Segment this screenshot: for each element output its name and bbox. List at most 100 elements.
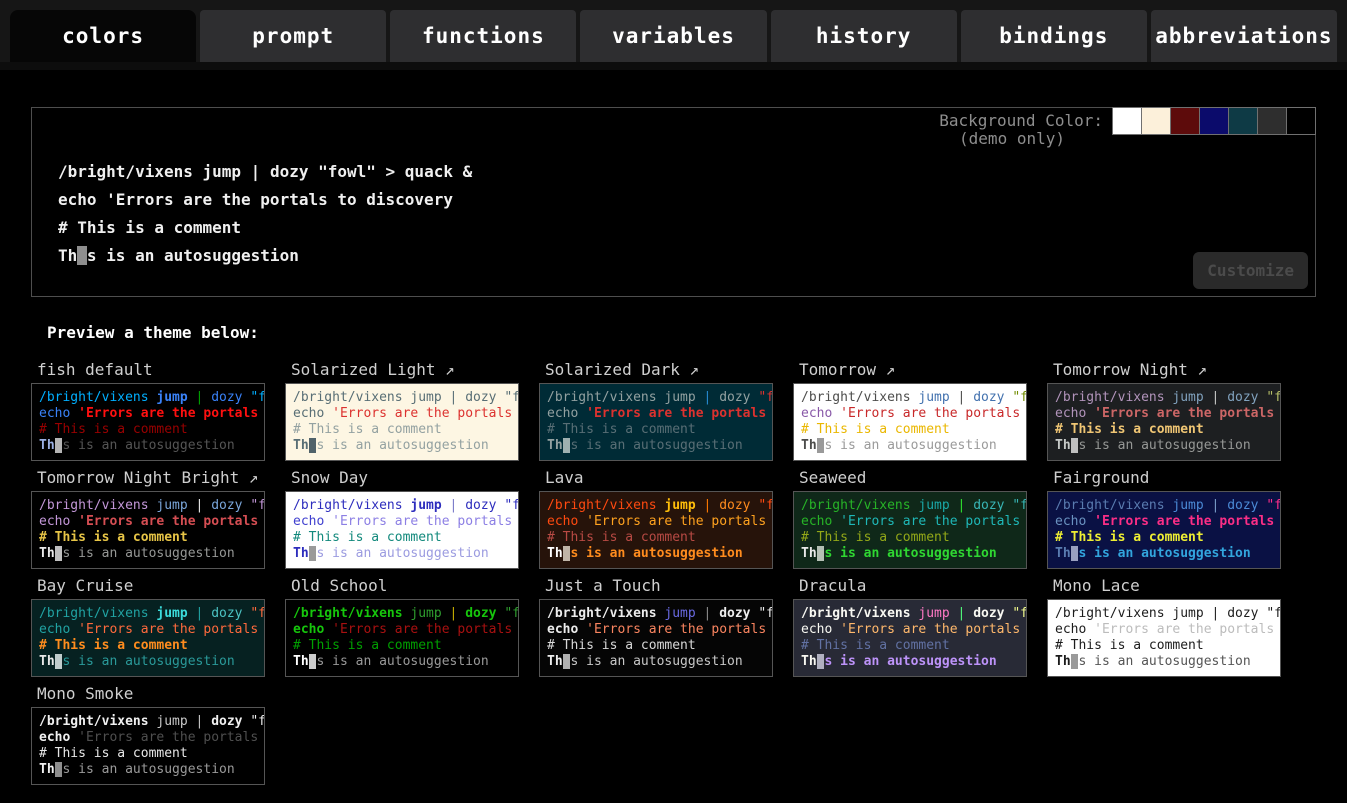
theme-sample[interactable]: /bright/vixens jump | dozy "fowl" > quac… bbox=[539, 491, 773, 569]
theme-sample[interactable]: /bright/vixens jump | dozy "fowl" > quac… bbox=[31, 383, 265, 461]
theme-card-lava[interactable]: Lava /bright/vixens jump | dozy "fowl" >… bbox=[539, 468, 793, 569]
sample-comment: # This is a comment bbox=[293, 422, 442, 437]
terminal-line-comment: # This is a comment bbox=[58, 214, 472, 242]
theme-card-dracula[interactable]: Dracula /bright/vixens jump | dozy "fowl… bbox=[793, 576, 1047, 677]
sample-autosuggestion: s is an autosuggestion bbox=[824, 546, 996, 561]
bg-swatch-0[interactable] bbox=[1113, 108, 1141, 134]
theme-card-solarized-dark[interactable]: Solarized Dark ↗ /bright/vixens jump | d… bbox=[539, 360, 793, 461]
theme-line-error: echo 'Errors are the portals to discover… bbox=[801, 622, 1019, 638]
sample-dozy: dozy bbox=[465, 606, 496, 621]
background-swatches bbox=[1112, 107, 1316, 135]
theme-sample[interactable]: /bright/vixens jump | dozy "fowl" > quac… bbox=[793, 491, 1027, 569]
theme-card-snow-day[interactable]: Snow Day /bright/vixens jump | dozy "fow… bbox=[285, 468, 539, 569]
theme-line-command: /bright/vixens jump | dozy "fowl" > quac… bbox=[1055, 606, 1273, 622]
sample-autosuggestion: s is an autosuggestion bbox=[62, 762, 234, 777]
sample-quote: "fowl" > quack & bbox=[751, 390, 773, 405]
bg-swatch-4[interactable] bbox=[1228, 108, 1257, 134]
theme-sample[interactable]: /bright/vixens jump | dozy "fowl" > quac… bbox=[539, 599, 773, 677]
theme-card-fairground[interactable]: Fairground /bright/vixens jump | dozy "f… bbox=[1047, 468, 1301, 569]
tab-colors[interactable]: colors bbox=[10, 10, 196, 62]
sample-quote: "fowl" > quack & bbox=[1005, 390, 1027, 405]
theme-sample[interactable]: /bright/vixens jump | dozy "fowl" > quac… bbox=[793, 383, 1027, 461]
theme-card-tomorrow-night[interactable]: Tomorrow Night ↗ /bright/vixens jump | d… bbox=[1047, 360, 1301, 461]
theme-line-error: echo 'Errors are the portals to discover… bbox=[39, 514, 257, 530]
theme-title: Old School bbox=[291, 576, 539, 596]
theme-card-tomorrow[interactable]: Tomorrow ↗ /bright/vixens jump | dozy "f… bbox=[793, 360, 1047, 461]
sample-comment: # This is a comment bbox=[39, 638, 188, 653]
bg-swatch-2[interactable] bbox=[1170, 108, 1199, 134]
theme-sample[interactable]: /bright/vixens jump | dozy "fowl" > quac… bbox=[31, 491, 265, 569]
theme-sample[interactable]: /bright/vixens jump | dozy "fowl" > quac… bbox=[285, 491, 519, 569]
customize-button[interactable]: Customize bbox=[1193, 252, 1308, 289]
theme-name: Mono Lace bbox=[1053, 576, 1140, 595]
sample-comment: # This is a comment bbox=[1055, 530, 1204, 545]
theme-sample[interactable]: /bright/vixens jump | dozy "fowl" > quac… bbox=[1047, 599, 1281, 677]
theme-title: Solarized Dark ↗ bbox=[545, 360, 793, 380]
theme-card-mono-smoke[interactable]: Mono Smoke /bright/vixens jump | dozy "f… bbox=[31, 684, 285, 785]
theme-sample[interactable]: /bright/vixens jump | dozy "fowl" > quac… bbox=[1047, 383, 1281, 461]
tab-variables[interactable]: variables bbox=[580, 10, 766, 62]
sample-th: Th bbox=[39, 762, 55, 777]
sample-dozy: dozy bbox=[211, 714, 242, 729]
theme-line-comment: # This is a comment bbox=[39, 746, 257, 762]
tab-abbreviations[interactable]: abbreviations bbox=[1151, 10, 1337, 62]
theme-card-tomorrow-night-bright[interactable]: Tomorrow Night Bright ↗ /bright/vixens j… bbox=[31, 468, 285, 569]
theme-line-command: /bright/vixens jump | dozy "fowl" > quac… bbox=[801, 390, 1019, 406]
theme-sample[interactable]: /bright/vixens jump | dozy "fowl" > quac… bbox=[31, 599, 265, 677]
sample-error: 'Errors are the portals to discovery bbox=[332, 406, 519, 421]
theme-line-autosuggestion: This is an autosuggestion bbox=[39, 438, 257, 454]
theme-sample[interactable]: /bright/vixens jump | dozy "fowl" > quac… bbox=[1047, 491, 1281, 569]
theme-sample[interactable]: /bright/vixens jump | dozy "fowl" > quac… bbox=[285, 383, 519, 461]
theme-card-mono-lace[interactable]: Mono Lace /bright/vixens jump | dozy "fo… bbox=[1047, 576, 1301, 677]
theme-name: Bay Cruise bbox=[37, 576, 133, 595]
theme-line-error: echo 'Errors are the portals to discover… bbox=[547, 406, 765, 422]
tab-prompt[interactable]: prompt bbox=[200, 10, 386, 62]
theme-card-just-a-touch[interactable]: Just a Touch /bright/vixens jump | dozy … bbox=[539, 576, 793, 677]
theme-sample[interactable]: /bright/vixens jump | dozy "fowl" > quac… bbox=[285, 599, 519, 677]
sample-pipe: | bbox=[696, 606, 719, 621]
theme-line-error: echo 'Errors are the portals to discover… bbox=[547, 622, 765, 638]
sample-th: Th bbox=[547, 546, 563, 561]
sample-quote: "fowl" > quack & bbox=[243, 390, 265, 405]
bg-swatch-1[interactable] bbox=[1141, 108, 1170, 134]
tab-history[interactable]: history bbox=[771, 10, 957, 62]
sample-autosuggestion: s is an autosuggestion bbox=[824, 654, 996, 669]
sample-echo: echo bbox=[293, 514, 332, 529]
bg-swatch-3[interactable] bbox=[1199, 108, 1228, 134]
sample-error: 'Errors are the portals to discovery bbox=[106, 190, 453, 209]
theme-card-old-school[interactable]: Old School /bright/vixens jump | dozy "f… bbox=[285, 576, 539, 677]
sample-comment: # This is a comment bbox=[58, 218, 241, 237]
sample-error: 'Errors are the portals to discovery bbox=[1094, 514, 1281, 529]
theme-line-command: /bright/vixens jump | dozy "fowl" > quac… bbox=[39, 498, 257, 514]
sample-error: 'Errors are the portals to discovery bbox=[78, 514, 265, 529]
theme-sample[interactable]: /bright/vixens jump | dozy "fowl" > quac… bbox=[31, 707, 265, 785]
sample-comment: # This is a comment bbox=[39, 530, 188, 545]
theme-line-command: /bright/vixens jump | dozy "fowl" > quac… bbox=[293, 390, 511, 406]
sample-quote: "fowl" > quack & bbox=[1259, 390, 1281, 405]
theme-sample[interactable]: /bright/vixens jump | dozy "fowl" > quac… bbox=[539, 383, 773, 461]
sample-th: Th bbox=[1055, 438, 1071, 453]
theme-line-autosuggestion: This is an autosuggestion bbox=[39, 762, 257, 778]
theme-line-error: echo 'Errors are the portals to discover… bbox=[1055, 514, 1273, 530]
sample-th: Th bbox=[547, 654, 563, 669]
theme-title: Seaweed bbox=[799, 468, 1047, 488]
sample-quote: "fowl" > quack & bbox=[243, 606, 265, 621]
theme-line-comment: # This is a comment bbox=[801, 422, 1019, 438]
theme-card-solarized-light[interactable]: Solarized Light ↗ /bright/vixens jump | … bbox=[285, 360, 539, 461]
theme-title: Tomorrow Night Bright ↗ bbox=[37, 468, 285, 488]
theme-card-seaweed[interactable]: Seaweed /bright/vixens jump | dozy "fowl… bbox=[793, 468, 1047, 569]
tab-bindings[interactable]: bindings bbox=[961, 10, 1147, 62]
theme-title: Mono Lace bbox=[1053, 576, 1301, 596]
theme-sample[interactable]: /bright/vixens jump | dozy "fowl" > quac… bbox=[793, 599, 1027, 677]
bg-swatch-5[interactable] bbox=[1257, 108, 1286, 134]
theme-card-fish-default[interactable]: fish default /bright/vixens jump | dozy … bbox=[31, 360, 285, 461]
sample-quote: "fowl" > quack & bbox=[751, 498, 773, 513]
theme-card-bay-cruise[interactable]: Bay Cruise /bright/vixens jump | dozy "f… bbox=[31, 576, 285, 677]
sample-dozy: dozy bbox=[211, 498, 242, 513]
tab-functions[interactable]: functions bbox=[390, 10, 576, 62]
terminal-line-error: echo 'Errors are the portals to discover… bbox=[58, 186, 472, 214]
sample-comment: # This is a comment bbox=[1055, 422, 1204, 437]
bg-swatch-6[interactable] bbox=[1286, 108, 1315, 134]
sample-quote: "fowl" > quack & bbox=[497, 498, 519, 513]
sample-autosuggestion: s is an autosuggestion bbox=[570, 546, 742, 561]
